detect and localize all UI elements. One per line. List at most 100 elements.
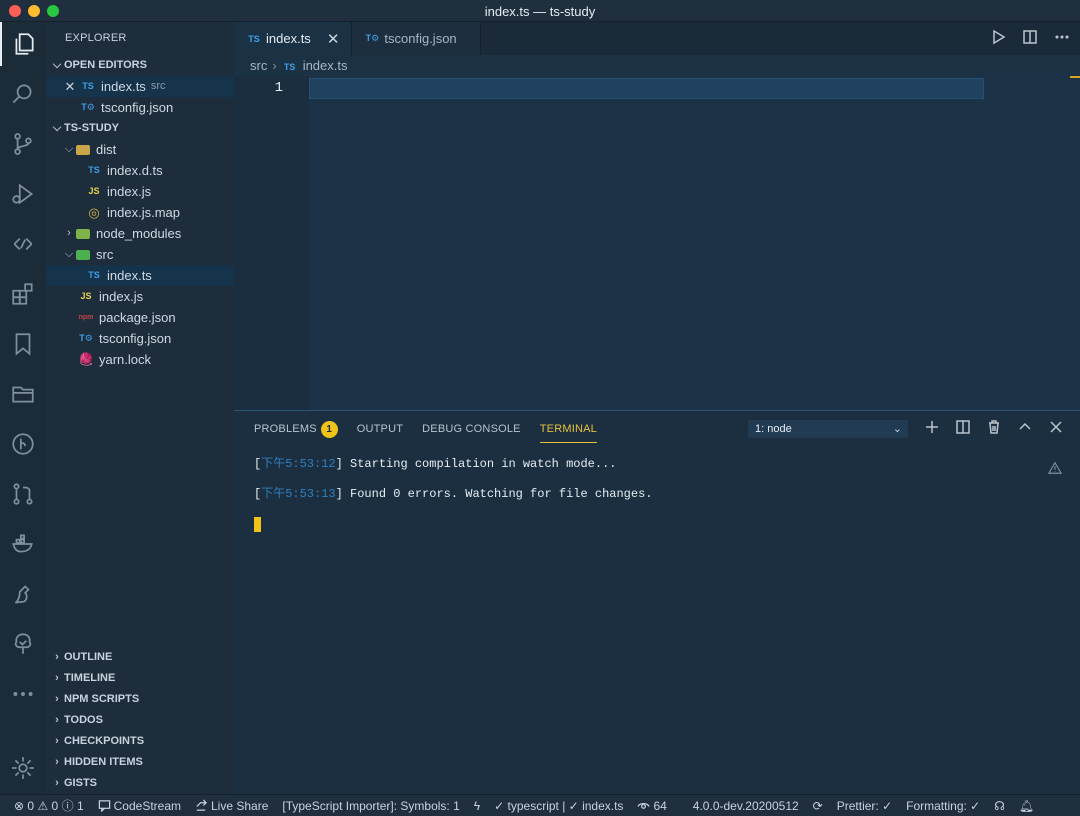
run-icon[interactable] — [990, 29, 1006, 48]
gitlens-tree-icon[interactable] — [0, 622, 46, 666]
breadcrumb: src › TS index.ts — [234, 55, 1080, 76]
close-icon[interactable]: ✕ — [60, 76, 80, 97]
open-editor-item[interactable]: ✕ TS index.ts src — [46, 76, 234, 97]
chevron-down-icon: ⌵ — [52, 59, 62, 71]
breadcrumb-folder[interactable]: src — [250, 58, 267, 73]
open-editor-path: src — [150, 80, 166, 92]
terminal-line: [下午5:53:12] Starting compilation in watc… — [254, 457, 617, 471]
explorer-sidebar: EXPLORER ⌵ OPEN EDITORS ✕ TS index.ts sr… — [46, 22, 234, 794]
lightning-icon[interactable]: ϟ — [474, 799, 480, 813]
tree-file[interactable]: JS index.js — [46, 286, 234, 307]
settings-gear-icon[interactable] — [0, 746, 46, 790]
window-title: index.ts — ts-study — [484, 4, 596, 19]
split-editor-icon[interactable] — [1022, 29, 1038, 48]
tab-problems[interactable]: PROBLEMS 1 — [254, 419, 338, 443]
tree-file[interactable]: ◎ index.js.map — [46, 202, 234, 223]
tree-file[interactable]: TS index.d.ts — [46, 160, 234, 181]
timeline-section-header[interactable]: › TIMELINE — [46, 668, 234, 689]
code-editor[interactable] — [309, 76, 1080, 410]
formatting-status[interactable]: Formatting: ✓ — [906, 799, 980, 813]
bookmarks-icon[interactable] — [0, 322, 46, 366]
more-icon[interactable] — [0, 672, 46, 716]
feedback-icon[interactable]: ☊ — [994, 799, 1005, 813]
sourcemap-file-icon: ◎ — [88, 205, 100, 220]
todos-section-header[interactable]: › TODOS — [46, 710, 234, 731]
typescript-status[interactable]: ✓ typescript | ✓ index.ts — [494, 799, 623, 813]
prettier-status[interactable]: Prettier: ✓ — [837, 799, 892, 813]
typescript-file-icon: TS — [88, 270, 100, 280]
terminal-select[interactable]: 1: node ⌄ — [748, 420, 908, 438]
notifications-bell-icon[interactable]: 🔔︎ — [1019, 799, 1034, 813]
trash-icon[interactable] — [986, 419, 1002, 438]
tree-file[interactable]: npm package.json — [46, 307, 234, 328]
gists-section-header[interactable]: › GISTS — [46, 773, 234, 794]
run-debug-icon[interactable] — [0, 172, 46, 216]
codestream-status[interactable]: CodeStream — [98, 799, 181, 813]
tsconfig-file-icon: T⚙ — [365, 33, 380, 43]
tab-label: index.ts — [266, 31, 311, 46]
tree-folder-src[interactable]: ⌵ src — [46, 244, 234, 265]
pull-requests-icon[interactable] — [0, 472, 46, 516]
explorer-icon[interactable] — [0, 22, 46, 66]
minimap-indicator — [1070, 76, 1080, 78]
watchers-status[interactable]: 64 — [637, 799, 667, 813]
tree-folder-node-modules[interactable]: › node_modules — [46, 223, 234, 244]
tab-debug-console[interactable]: DEBUG CONSOLE — [422, 419, 521, 443]
status-bar: ⊗ 0 ⚠ 0 ⓘ 1 CodeStream Live Share [TypeS… — [0, 794, 1080, 816]
hidden-items-section-header[interactable]: › HIDDEN ITEMS — [46, 752, 234, 773]
source-control-icon[interactable] — [0, 122, 46, 166]
split-terminal-icon[interactable] — [955, 419, 971, 438]
git-graph-icon[interactable] — [0, 422, 46, 466]
chevron-right-icon: › — [272, 58, 277, 73]
sync-icon[interactable]: ⟳ — [813, 799, 823, 813]
tab-terminal[interactable]: TERMINAL — [539, 419, 597, 443]
title-bar: index.ts — ts-study — [0, 0, 1080, 22]
terminal-output[interactable]: [下午5:53:12] Starting compilation in watc… — [254, 455, 652, 532]
problems-status[interactable]: ⊗ 0 ⚠ 0 ⓘ 1 — [14, 797, 84, 814]
codestream-icon[interactable] — [0, 572, 46, 616]
tree-folder-dist[interactable]: ⌵ dist — [46, 139, 234, 160]
breadcrumb-file[interactable]: index.ts — [303, 58, 348, 73]
add-terminal-icon[interactable] — [924, 419, 940, 438]
tab-tsconfig-json[interactable]: T⚙ tsconfig.json — [352, 22, 482, 55]
maximize-panel-icon[interactable] — [1017, 419, 1033, 438]
ts-importer-status[interactable]: [TypeScript Importer]: Symbols: 1 — [282, 799, 459, 813]
live-share-icon[interactable] — [0, 222, 46, 266]
open-editor-label: tsconfig.json — [101, 100, 174, 115]
close-icon[interactable]: ✕ — [327, 30, 340, 48]
outline-section-header[interactable]: › OUTLINE — [46, 647, 234, 668]
tree-file[interactable]: T⚙ tsconfig.json — [46, 328, 234, 349]
tree-file[interactable]: JS index.js — [46, 181, 234, 202]
project-header[interactable]: ⌵ TS-STUDY — [46, 118, 234, 139]
extensions-icon[interactable] — [0, 272, 46, 316]
activity-bar — [0, 22, 46, 794]
search-icon[interactable] — [0, 72, 46, 116]
ts-version-status[interactable]: 4.0.0-dev.20200512 — [693, 799, 799, 813]
npm-scripts-section-header[interactable]: › NPM SCRIPTS — [46, 689, 234, 710]
tree-file[interactable]: 🧶 yarn.lock — [46, 349, 234, 370]
close-panel-icon[interactable] — [1048, 419, 1064, 438]
open-editors-header[interactable]: ⌵ OPEN EDITORS — [46, 55, 234, 76]
chevron-right-icon: › — [55, 756, 59, 768]
tree-file-selected[interactable]: TS index.ts — [46, 265, 234, 286]
info-icon: ⓘ — [61, 799, 74, 813]
live-share-status[interactable]: Live Share — [195, 799, 268, 813]
open-editor-item[interactable]: T⚙ tsconfig.json — [46, 97, 234, 118]
chevron-right-icon: › — [55, 672, 59, 684]
project-manager-icon[interactable] — [0, 372, 46, 416]
folder-node-modules-icon — [76, 228, 90, 239]
folder-dist-icon — [76, 144, 90, 155]
docker-icon[interactable] — [0, 522, 46, 566]
more-actions-icon[interactable] — [1054, 29, 1070, 48]
error-icon: ⊗ — [14, 798, 25, 813]
panel-actions — [924, 419, 1064, 438]
checkpoints-section-header[interactable]: › CHECKPOINTS — [46, 731, 234, 752]
chevron-down-icon: ⌵ — [52, 122, 62, 134]
chevron-right-icon: › — [55, 651, 59, 663]
line-gutter: 1 — [234, 76, 309, 410]
chevron-right-icon: › — [55, 735, 59, 747]
editor-actions — [990, 22, 1070, 55]
chevron-down-icon: ⌵ — [64, 143, 74, 155]
tab-index-ts[interactable]: TS index.ts ✕ — [234, 22, 353, 55]
tab-output[interactable]: OUTPUT — [357, 419, 403, 443]
